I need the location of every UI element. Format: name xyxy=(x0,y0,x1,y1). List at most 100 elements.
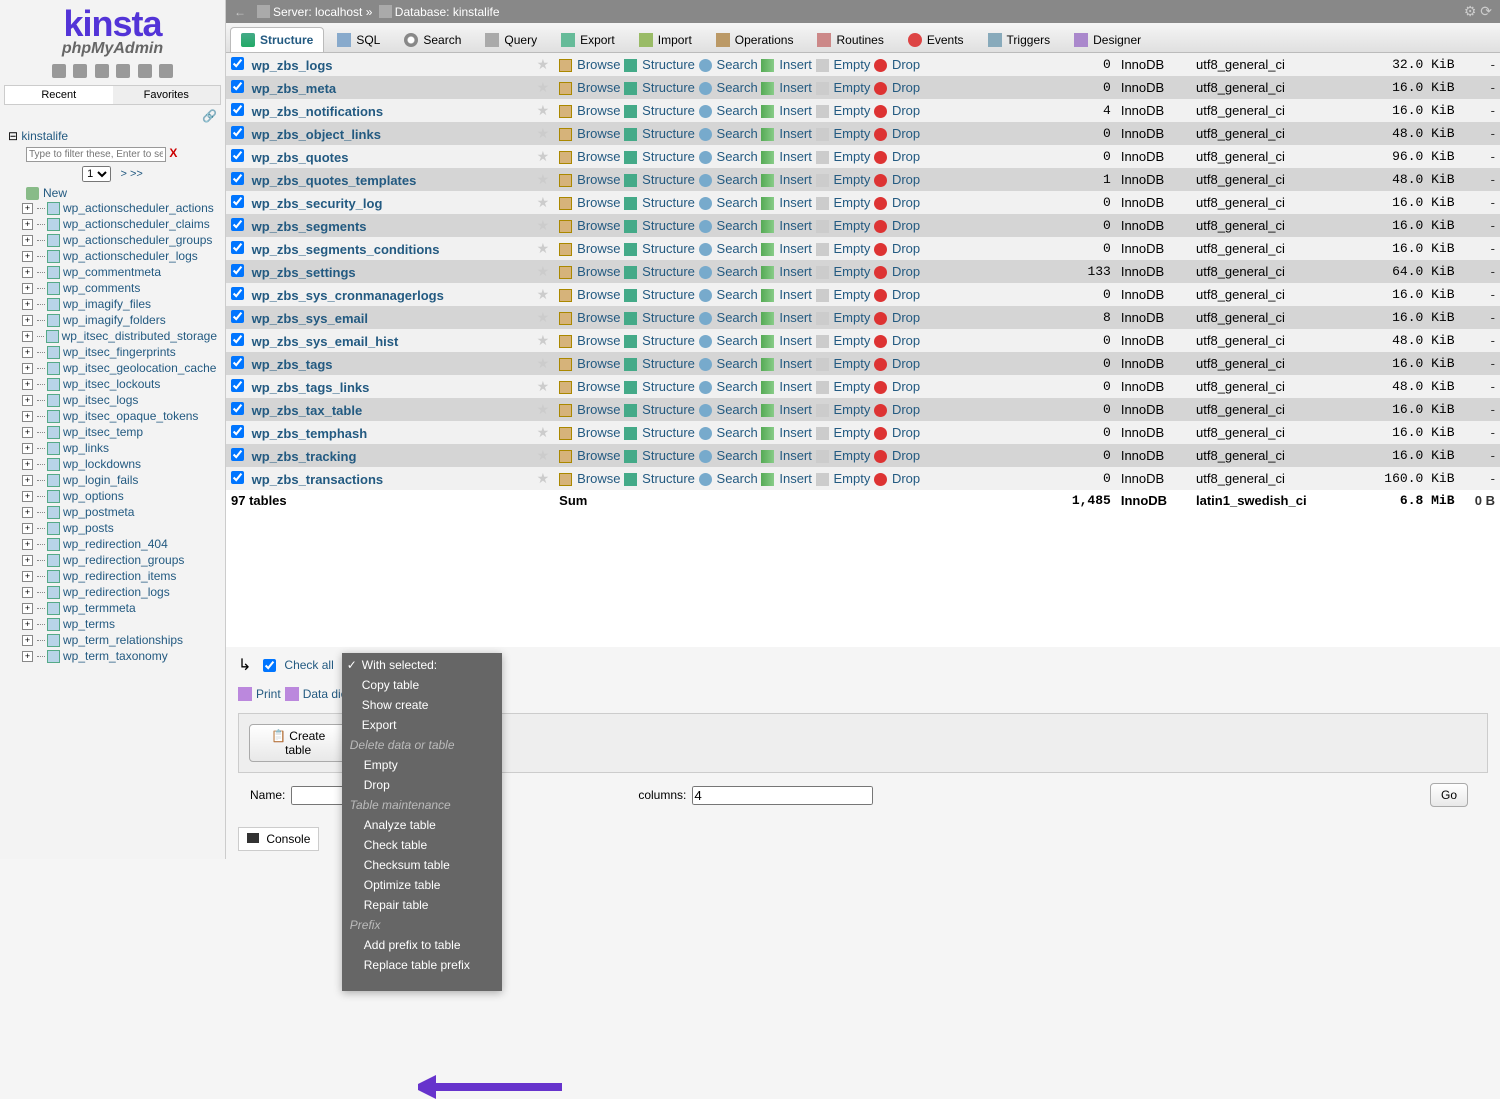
tree-item[interactable]: + wp_itsec_lockouts xyxy=(22,376,217,392)
tree-item-label[interactable]: wp_itsec_lockouts xyxy=(63,377,160,391)
browse-link[interactable]: Browse xyxy=(577,471,620,486)
expand-icon[interactable]: + xyxy=(22,379,33,390)
tree-item-label[interactable]: wp_links xyxy=(63,441,109,455)
tree-item[interactable]: +wp_itsec_logs xyxy=(22,392,217,408)
row-checkbox[interactable] xyxy=(231,379,244,392)
expand-icon[interactable]: + xyxy=(22,587,33,598)
browse-link[interactable]: Browse xyxy=(577,356,620,371)
table-name-link[interactable]: wp_zbs_tags xyxy=(252,357,333,372)
recent-tab[interactable]: Recent xyxy=(5,86,113,104)
search-link[interactable]: Search xyxy=(717,333,758,348)
tree-item-label[interactable]: wp_redirection_logs xyxy=(63,585,170,599)
menu-empty[interactable]: Empty xyxy=(342,755,502,775)
checkall-checkbox[interactable] xyxy=(263,659,276,672)
browse-link[interactable]: Browse xyxy=(577,126,620,141)
expand-icon[interactable]: + xyxy=(22,411,33,422)
tab-import[interactable]: Import xyxy=(628,27,703,52)
empty-link[interactable]: Empty xyxy=(834,103,871,118)
expand-icon[interactable]: + xyxy=(22,651,33,662)
tree-item[interactable]: +wp_termmeta xyxy=(22,600,217,616)
empty-link[interactable]: Empty xyxy=(834,218,871,233)
tree-item-label[interactable]: wp_imagify_folders xyxy=(63,313,166,327)
tree-item-label[interactable]: wp_actionscheduler_groups xyxy=(63,233,212,247)
new-table-link[interactable]: New xyxy=(26,186,217,200)
empty-link[interactable]: Empty xyxy=(834,195,871,210)
row-checkbox[interactable] xyxy=(231,126,244,139)
table-name-link[interactable]: wp_zbs_segments_conditions xyxy=(252,242,440,257)
menu-checksum[interactable]: Checksum table xyxy=(342,855,502,875)
drop-link[interactable]: Drop xyxy=(892,471,920,486)
expand-icon[interactable]: + xyxy=(22,603,33,614)
empty-link[interactable]: Empty xyxy=(834,57,871,72)
tree-item-label[interactable]: wp_itsec_distributed_storage xyxy=(62,329,217,343)
drop-link[interactable]: Drop xyxy=(892,402,920,417)
expand-icon[interactable]: + xyxy=(22,203,33,214)
tree-item[interactable]: +wp_comments xyxy=(22,280,217,296)
table-name-link[interactable]: wp_zbs_transactions xyxy=(252,472,384,487)
go-button[interactable]: Go xyxy=(1430,783,1468,807)
row-checkbox[interactable] xyxy=(231,471,244,484)
insert-link[interactable]: Insert xyxy=(779,402,812,417)
drop-link[interactable]: Drop xyxy=(892,149,920,164)
insert-link[interactable]: Insert xyxy=(779,379,812,394)
tree-item-label[interactable]: wp_postmeta xyxy=(63,505,134,519)
drop-link[interactable]: Drop xyxy=(892,172,920,187)
search-link[interactable]: Search xyxy=(717,264,758,279)
filter-input[interactable] xyxy=(26,147,166,162)
row-checkbox[interactable] xyxy=(231,287,244,300)
table-name-link[interactable]: wp_zbs_settings xyxy=(252,265,356,280)
browse-link[interactable]: Browse xyxy=(577,103,620,118)
tree-item-label[interactable]: wp_actionscheduler_claims xyxy=(63,217,210,231)
search-link[interactable]: Search xyxy=(717,356,758,371)
insert-link[interactable]: Insert xyxy=(779,264,812,279)
tree-item[interactable]: +wp_actionscheduler_claims xyxy=(22,216,217,232)
row-checkbox[interactable] xyxy=(231,241,244,254)
row-checkbox[interactable] xyxy=(231,80,244,93)
drop-link[interactable]: Drop xyxy=(892,448,920,463)
empty-link[interactable]: Empty xyxy=(834,149,871,164)
tree-item-label[interactable]: wp_imagify_files xyxy=(63,297,151,311)
insert-link[interactable]: Insert xyxy=(779,195,812,210)
structure-link[interactable]: Structure xyxy=(642,57,695,72)
empty-link[interactable]: Empty xyxy=(834,126,871,141)
insert-link[interactable]: Insert xyxy=(779,287,812,302)
tree-item-label[interactable]: wp_posts xyxy=(63,521,114,535)
table-name-link[interactable]: wp_zbs_sys_cronmanagerlogs xyxy=(252,288,444,303)
tree-item[interactable]: +wp_actionscheduler_logs xyxy=(22,248,217,264)
table-name-link[interactable]: wp_zbs_temphash xyxy=(252,426,368,441)
tree-item[interactable]: +wp_postmeta xyxy=(22,504,217,520)
tree-item-label[interactable]: wp_commentmeta xyxy=(63,265,161,279)
favorites-tab[interactable]: Favorites xyxy=(113,86,221,104)
empty-link[interactable]: Empty xyxy=(834,448,871,463)
expand-icon[interactable]: + xyxy=(22,347,33,358)
tree-item[interactable]: +wp_term_taxonomy xyxy=(22,648,217,664)
search-link[interactable]: Search xyxy=(717,149,758,164)
expand-icon[interactable]: + xyxy=(22,491,33,502)
table-name-link[interactable]: wp_zbs_logs xyxy=(252,58,333,73)
tab-query[interactable]: Query xyxy=(474,27,548,52)
drop-link[interactable]: Drop xyxy=(892,218,920,233)
structure-link[interactable]: Structure xyxy=(642,195,695,210)
tab-sql[interactable]: SQL xyxy=(326,27,391,52)
row-checkbox[interactable] xyxy=(231,402,244,415)
table-grid[interactable]: wp_zbs_logs★Browse Structure Search Inse… xyxy=(226,53,1500,647)
menu-with-selected[interactable]: With selected: xyxy=(342,655,502,675)
expand-icon[interactable]: + xyxy=(22,267,33,278)
row-checkbox[interactable] xyxy=(231,310,244,323)
table-name-link[interactable]: wp_zbs_quotes_templates xyxy=(252,173,417,188)
expand-icon[interactable]: + xyxy=(22,315,33,326)
tab-designer[interactable]: Designer xyxy=(1063,27,1152,52)
insert-link[interactable]: Insert xyxy=(779,310,812,325)
empty-link[interactable]: Empty xyxy=(834,264,871,279)
expand-icon[interactable]: + xyxy=(22,571,33,582)
expand-icon[interactable]: + xyxy=(22,443,33,454)
table-name-link[interactable]: wp_zbs_notifications xyxy=(252,104,383,119)
browse-link[interactable]: Browse xyxy=(577,379,620,394)
drop-link[interactable]: Drop xyxy=(892,195,920,210)
expand-icon[interactable]: + xyxy=(22,635,33,646)
structure-link[interactable]: Structure xyxy=(642,448,695,463)
insert-link[interactable]: Insert xyxy=(779,80,812,95)
table-name-link[interactable]: wp_zbs_segments xyxy=(252,219,367,234)
tree-item[interactable]: +wp_itsec_distributed_storage xyxy=(22,328,217,344)
expand-icon[interactable]: + xyxy=(22,523,33,534)
